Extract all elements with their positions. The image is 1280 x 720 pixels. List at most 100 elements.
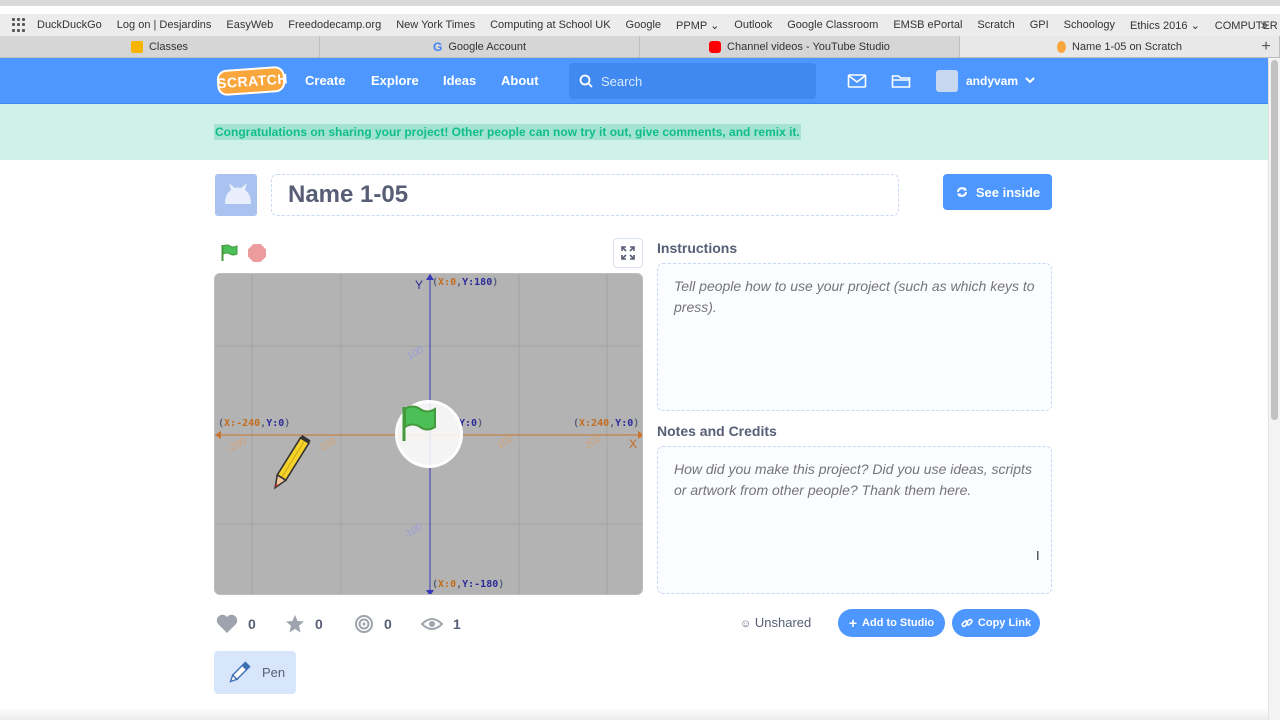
search-icon	[579, 74, 593, 88]
my-stuff-folder-icon[interactable]	[891, 71, 911, 91]
fullscreen-icon	[621, 246, 635, 260]
favorite-stat[interactable]: 0	[285, 614, 323, 634]
bookmark-folder[interactable]: PPMP ⌄	[676, 19, 719, 32]
remix-spiral-icon	[355, 615, 373, 633]
bookmark-item[interactable]: Log on | Desjardins	[117, 19, 212, 31]
remix-count: 0	[384, 616, 392, 632]
coord-x: X:240	[579, 418, 610, 429]
project-author-avatar[interactable]	[215, 174, 257, 216]
stop-sign-icon[interactable]	[248, 244, 266, 262]
bookmark-item[interactable]: EasyWeb	[226, 19, 273, 31]
scratch-icon	[1056, 40, 1066, 53]
copy-link-button[interactable]: Copy Link	[952, 609, 1040, 637]
see-inside-label: See inside	[975, 184, 1041, 200]
browser-tab[interactable]: G Google Account	[320, 36, 640, 57]
os-titlebar	[0, 0, 1280, 6]
bookmark-folder-label: Ethics 2016	[1130, 19, 1188, 32]
share-banner: Congratulations on sharing your project!…	[0, 104, 1268, 160]
share-status: ☺ Unshared	[740, 615, 811, 630]
bookmark-item[interactable]: Freedodecamp.org	[288, 19, 381, 31]
google-icon: G	[432, 39, 443, 54]
bookmark-item[interactable]: Google	[626, 19, 661, 31]
coord-label-center: Y:0)	[459, 418, 484, 429]
plus-icon: +	[848, 615, 858, 631]
bookmark-item[interactable]: EMSB ePortal	[893, 19, 962, 31]
banner-message: Congratulations on sharing your project!…	[214, 124, 801, 140]
coord-label-bottom: (X:0,Y:-180)	[432, 579, 505, 590]
browser-tab[interactable]: Channel videos - YouTube Studio	[640, 36, 960, 57]
avatar[interactable]	[936, 70, 958, 92]
bookmarks-bar: DuckDuckGo Log on | Desjardins EasyWeb F…	[0, 14, 1280, 36]
scratch-logo[interactable]: SCRATCH	[216, 65, 288, 97]
coord-x: X:0	[438, 579, 457, 590]
love-stat[interactable]: 0	[216, 614, 256, 634]
instructions-heading: Instructions	[657, 240, 738, 256]
chevron-down-icon[interactable]	[1024, 74, 1036, 86]
add-to-studio-button[interactable]: + Add to Studio	[838, 609, 945, 637]
bookmark-item[interactable]: Computing at School UK	[490, 19, 610, 31]
pen-extension-tile[interactable]: Pen	[214, 651, 296, 694]
search-box[interactable]	[569, 63, 816, 99]
username[interactable]: andyvam	[966, 58, 1018, 104]
love-count: 0	[248, 616, 256, 632]
coord-y: Y:-180	[462, 579, 499, 590]
youtube-icon	[709, 40, 722, 53]
coord-y: Y:0	[266, 418, 285, 429]
chevron-down-icon: ⌄	[710, 19, 720, 32]
copy-link-label: Copy Link	[977, 617, 1032, 629]
share-status-label: Unshared	[754, 615, 812, 630]
notes-textarea[interactable]	[657, 446, 1052, 594]
more-bookmarks-icon[interactable]: »	[1261, 17, 1268, 32]
bookmark-item[interactable]: Google Classroom	[787, 19, 878, 31]
nav-create[interactable]: Create	[305, 58, 345, 104]
browser-tabs: Classes G Google Account Channel videos …	[0, 36, 1280, 58]
start-overlay-button[interactable]	[395, 400, 463, 468]
tab-label: Channel videos - YouTube Studio	[727, 40, 890, 53]
classroom-icon	[130, 40, 143, 53]
bookmark-folder-label: COMPUTER 2017	[1214, 19, 1280, 32]
coord-y: Y:180	[462, 277, 493, 288]
browser-tab-active[interactable]: Name 1-05 on Scratch	[960, 36, 1280, 57]
bookmark-folder[interactable]: Ethics 2016 ⌄	[1130, 19, 1200, 32]
fullscreen-button[interactable]	[613, 238, 643, 268]
bookmark-item[interactable]: Schoology	[1064, 19, 1115, 31]
nav-ideas[interactable]: Ideas	[443, 58, 476, 104]
bookmark-item[interactable]: Outlook	[734, 19, 772, 31]
pencil-sprite[interactable]	[269, 432, 311, 496]
browser-tab[interactable]: Classes	[0, 36, 320, 57]
new-tab-button[interactable]: +	[1256, 38, 1276, 56]
page-bottom-edge	[0, 708, 1268, 720]
tab-label: Google Account	[448, 40, 526, 53]
green-flag-icon[interactable]	[220, 244, 238, 262]
nav-about[interactable]: About	[501, 58, 539, 104]
bookmark-item[interactable]: DuckDuckGo	[37, 19, 102, 31]
page-scrollbar[interactable]	[1268, 58, 1280, 720]
remix-stat: 0	[354, 614, 392, 634]
unshared-icon: ☺	[740, 618, 752, 630]
project-title-input[interactable]: Name 1-05	[271, 174, 899, 216]
green-flag-icon	[402, 405, 436, 441]
heart-icon	[216, 614, 238, 633]
link-icon	[961, 618, 973, 628]
instructions-textarea[interactable]	[657, 263, 1052, 411]
x-axis-name: X	[629, 437, 638, 451]
coord-label-right: (X:240,Y:0)	[573, 418, 640, 429]
project-stage[interactable]: (X:0,Y:180) (X:0,Y:-180) (X:-240,Y:0) (X…	[214, 273, 643, 595]
coord-label-left: (X:-240,Y:0)	[218, 418, 291, 429]
star-icon	[286, 615, 304, 633]
bookmark-folder[interactable]: COMPUTER 2017 ⌄	[1215, 19, 1280, 32]
scrollbar-thumb[interactable]	[1271, 60, 1278, 420]
remix-arrows-icon	[956, 187, 967, 197]
messages-icon[interactable]	[847, 71, 867, 91]
see-inside-button[interactable]: See inside	[943, 174, 1052, 210]
notes-heading: Notes and Credits	[657, 423, 777, 439]
apps-grid-icon[interactable]	[12, 18, 25, 32]
coord-x: X:0	[438, 277, 457, 288]
tab-label: Classes	[148, 40, 189, 53]
nav-explore[interactable]: Explore	[371, 58, 419, 104]
bookmark-item[interactable]: New York Times	[396, 19, 475, 31]
views-stat: 1	[421, 614, 461, 634]
bookmark-item[interactable]: Scratch	[977, 19, 1014, 31]
bookmark-item[interactable]: GPI	[1030, 19, 1049, 31]
search-input[interactable]	[601, 73, 801, 89]
